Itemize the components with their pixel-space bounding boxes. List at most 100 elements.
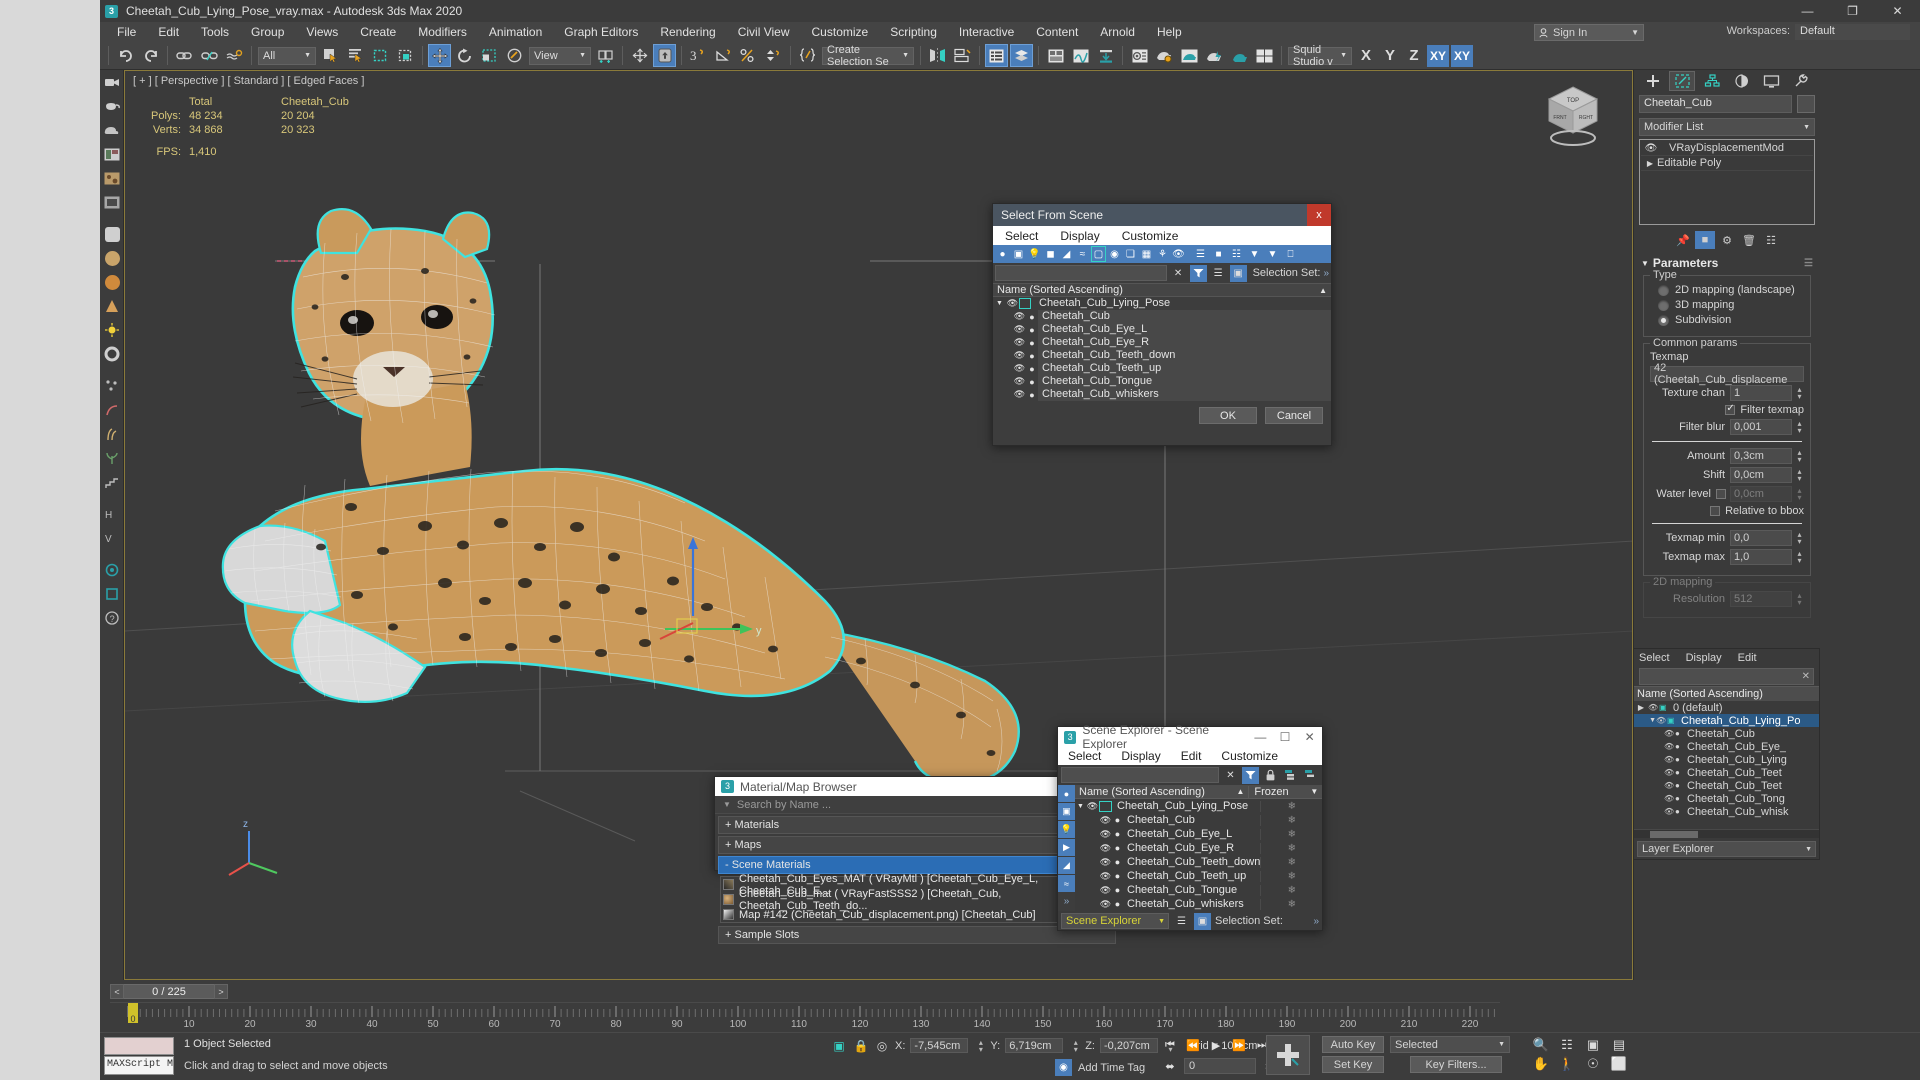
maxscript-listener-output[interactable] [104, 1037, 174, 1055]
toggle-scene-explorer-icon[interactable] [985, 44, 1008, 67]
filter-geometry-icon[interactable]: ● [1058, 785, 1075, 802]
percent-snap-toggle-icon[interactable] [737, 44, 760, 67]
object-row[interactable]: 👁 ● Cheetah_Cub_Lying [1634, 753, 1819, 766]
zoom-extents-icon[interactable]: ▣ [1580, 1035, 1606, 1054]
toggle-ribbon-icon[interactable] [1044, 44, 1067, 67]
current-frame-input[interactable]: 0 [1184, 1058, 1256, 1074]
selection-set-icon[interactable]: ▣ [1194, 912, 1211, 930]
minimize-button[interactable]: — [1248, 727, 1273, 747]
horizontal-scrollbar[interactable] [1634, 829, 1819, 838]
workspaces-combo[interactable]: Default [1795, 24, 1910, 40]
object-row[interactable]: 👁 ● Cheetah_Cub_Teet [1634, 779, 1819, 792]
column-name[interactable]: Name (Sorted Ascending) [1075, 786, 1236, 798]
resolution-input[interactable]: 512 [1730, 591, 1792, 607]
lefttool-teapot-icon[interactable] [100, 94, 124, 118]
next-frame-button[interactable]: > [214, 984, 228, 999]
menu-content[interactable]: Content [1025, 23, 1089, 41]
use-pivot-point-center-icon[interactable] [594, 44, 617, 67]
next-frame-button[interactable]: ⏩ [1229, 1036, 1249, 1054]
scene-explorer-window[interactable]: 3 Scene Explorer - Scene Explorer — ☐ ✕ … [1057, 723, 1323, 931]
menu-graph-editors[interactable]: Graph Editors [553, 23, 649, 41]
lefttool-light-icon[interactable] [100, 318, 124, 342]
radio-3d-mapping[interactable]: 3D mapping [1658, 299, 1804, 311]
current-frame-display[interactable]: 0 / 225 [124, 984, 214, 999]
filter-particles-icon[interactable]: ⚘ [1155, 246, 1170, 262]
mirror-icon[interactable] [926, 44, 949, 67]
close-button[interactable]: x [1307, 204, 1331, 226]
dx-menu-display[interactable]: Display [1686, 652, 1722, 664]
lefttool-camera-icon[interactable] [100, 70, 124, 94]
close-button[interactable]: ✕ [1297, 727, 1322, 747]
eye-icon[interactable]: 👁 [1013, 389, 1026, 400]
filter-blur-input[interactable]: 0,001 [1730, 419, 1792, 435]
angle-snap-toggle-icon[interactable] [712, 44, 735, 67]
lefttool-image-icon[interactable] [100, 142, 124, 166]
water-level-input[interactable]: 0,0cm [1730, 486, 1792, 502]
display-list-icon[interactable]: ☰ [1193, 246, 1208, 262]
configure-sets-icon[interactable]: ☷ [1761, 231, 1781, 249]
axis-constraint-z[interactable]: Z [1403, 45, 1425, 67]
menu-rendering[interactable]: Rendering [649, 23, 726, 41]
texmap-button[interactable]: 42 (Cheetah_Cub_displaceme [1650, 362, 1804, 386]
object-row[interactable]: 👁 ● Cheetah_Cub_Tong [1634, 792, 1819, 805]
spinner-icon[interactable]: ▴▾ [1795, 531, 1804, 546]
pin-stack-icon[interactable]: 📌 [1673, 231, 1693, 249]
unlink-selection-icon[interactable] [198, 44, 221, 67]
scene-object-row[interactable]: ▼ 👁 Cheetah_Cub_Lying_Pose [993, 297, 1331, 310]
menu-tools[interactable]: Tools [190, 23, 240, 41]
x-input[interactable]: -7,545cm [910, 1038, 969, 1053]
show-end-result-icon[interactable]: ■ [1695, 231, 1715, 249]
eye-icon[interactable]: 👁 [1664, 781, 1675, 790]
spinner-snap-toggle-icon[interactable] [762, 44, 785, 67]
add-time-tag-row[interactable]: ◉ Add Time Tag [1055, 1059, 1145, 1076]
select-object-icon[interactable] [319, 44, 342, 67]
overflow-icon[interactable]: » [1323, 268, 1329, 279]
lefttool-plant-icon[interactable] [100, 446, 124, 470]
filter-helpers-icon[interactable]: ◢ [1058, 857, 1075, 874]
time-slider[interactable]: 0 [128, 1003, 138, 1024]
spinner-icon[interactable]: ▴▾ [1795, 420, 1804, 435]
lefttool-vray-proxy-icon[interactable] [100, 582, 124, 606]
menu-modifiers[interactable]: Modifiers [407, 23, 478, 41]
dx-menu-select[interactable]: Select [1639, 652, 1670, 664]
named-selection-sets-combo[interactable]: Create Selection Se ▼ [822, 44, 914, 68]
go-to-start-button[interactable]: ⏮ [1160, 1036, 1180, 1054]
docked-layer-explorer[interactable]: Select Display Edit ✕ Name (Sorted Ascen… [1633, 648, 1820, 860]
lefttool-stairs-icon[interactable] [100, 470, 124, 494]
layers-icon[interactable]: ☰ [1173, 913, 1190, 930]
lefttool-vray-light-icon[interactable] [100, 558, 124, 582]
shift-input[interactable]: 0,0cm [1730, 467, 1792, 483]
clear-search-icon[interactable]: ✕ [1802, 671, 1810, 682]
filter-icon[interactable] [1242, 766, 1259, 784]
material-list-item[interactable]: Cheetah_Cub_mat ( VRayFastSSS2 ) [Cheeta… [721, 888, 1114, 912]
make-unique-icon[interactable]: ⚙ [1717, 231, 1737, 249]
cancel-button[interactable]: Cancel [1265, 407, 1323, 424]
object-row[interactable]: 👁 ● Cheetah_Cub_Eye_ [1634, 740, 1819, 753]
perspective-viewport[interactable]: y z [ + ] [ Perspective ] [ Standard ] [… [124, 70, 1633, 980]
tab-create[interactable] [1640, 71, 1666, 91]
object-name-input[interactable]: Cheetah_Cub [1639, 95, 1792, 113]
expand-triangle-icon[interactable]: ▶ [1634, 703, 1648, 712]
expand-triangle-icon[interactable]: ▼ [993, 300, 1006, 307]
checkbox-icon[interactable] [1725, 403, 1736, 415]
filter-lights-icon[interactable]: 💡 [1027, 246, 1042, 262]
sfs-menu-customize[interactable]: Customize [1122, 229, 1179, 243]
tab-motion[interactable] [1729, 71, 1755, 91]
checkbox-icon[interactable] [1710, 506, 1721, 516]
frozen-cell[interactable]: ❄ [1260, 884, 1322, 896]
select-and-link-icon[interactable] [173, 44, 196, 67]
key-filters-button[interactable]: Key Filters... [1410, 1056, 1502, 1073]
walk-through-icon[interactable]: 🚶 [1554, 1054, 1580, 1073]
bind-to-space-warp-icon[interactable] [223, 44, 246, 67]
maxscript-mini-listener[interactable]: MAXScript Mi [104, 1056, 174, 1075]
scene-explorer-row[interactable]: 👁 ● Cheetah_Cub_whiskers ❄ [1075, 897, 1322, 911]
render-preset-combo[interactable]: Squid Studio v ▼ [1288, 44, 1352, 68]
object-color-swatch[interactable] [1797, 95, 1815, 113]
filter-visible-icon[interactable]: 👁 [1171, 246, 1186, 262]
display-details-icon[interactable]: ☷ [1229, 246, 1244, 262]
lefttool-particles-icon[interactable] [100, 374, 124, 398]
select-and-rotate-icon[interactable] [453, 44, 476, 67]
use-selection-center-icon[interactable] [628, 44, 651, 67]
lefttool-torus-icon[interactable] [100, 342, 124, 366]
eye-icon[interactable]: 👁 [1664, 807, 1675, 816]
